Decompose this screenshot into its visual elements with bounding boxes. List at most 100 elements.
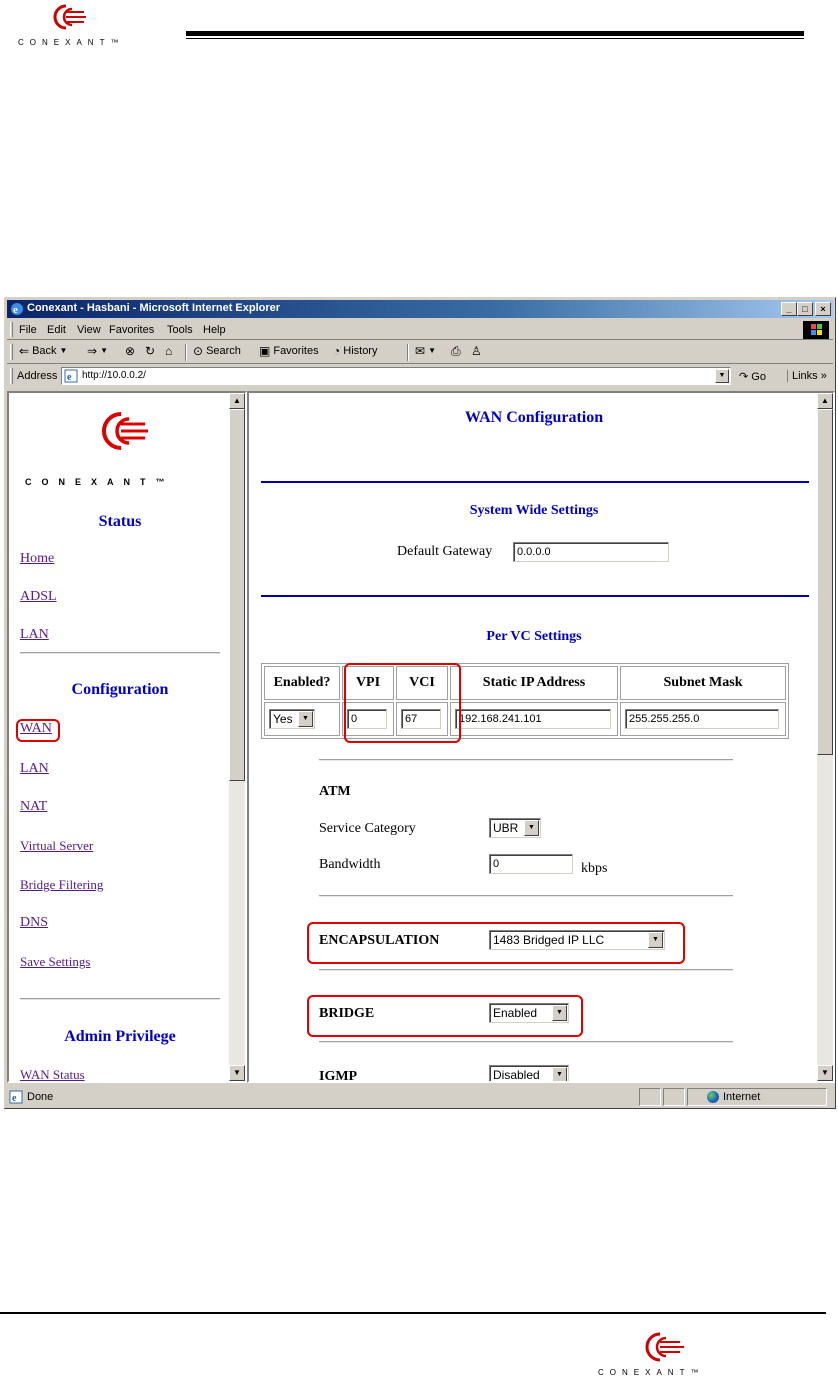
nav-link-adsl[interactable]: ADSL bbox=[20, 589, 57, 605]
footer-rule bbox=[0, 1312, 826, 1314]
dropdown-arrow-icon[interactable]: ▼ bbox=[552, 1067, 567, 1081]
enabled-select[interactable]: Yes ▼ bbox=[269, 709, 315, 729]
search-label: Search bbox=[206, 345, 241, 357]
links-button[interactable]: Links » bbox=[787, 370, 827, 382]
section-divider bbox=[319, 759, 733, 761]
toolbar-grip[interactable] bbox=[10, 344, 13, 360]
scroll-down-arrow-icon[interactable]: ▼ bbox=[229, 1065, 245, 1081]
logo-wordmark: CONEXANT™ bbox=[18, 38, 125, 47]
nav-link-lan[interactable]: LAN bbox=[20, 761, 49, 777]
per-vc-heading: Per VC Settings bbox=[486, 629, 582, 644]
addressbar-grip[interactable] bbox=[10, 368, 13, 384]
dropdown-arrow-icon[interactable]: ▼ bbox=[552, 1005, 567, 1021]
zone-label: Internet bbox=[723, 1091, 761, 1103]
search-button[interactable]: ⊙ Search bbox=[193, 345, 241, 357]
nav-link-nat[interactable]: NAT bbox=[20, 799, 47, 815]
history-icon: ◔ bbox=[333, 344, 341, 358]
menu-help[interactable]: Help bbox=[203, 324, 226, 336]
favorites-button[interactable]: ▣ Favorites bbox=[259, 345, 319, 357]
sidebar-scrollbar[interactable]: ▲ ▼ bbox=[229, 393, 245, 1081]
subnet-mask-input[interactable]: 255.255.255.0 bbox=[625, 709, 779, 729]
back-button[interactable]: ⇐ Back ▼ bbox=[19, 345, 67, 357]
scroll-up-arrow-icon[interactable]: ▲ bbox=[229, 393, 245, 409]
globe-icon bbox=[707, 1091, 719, 1103]
configuration-heading: Configuration bbox=[71, 681, 169, 698]
dropdown-arrow-icon[interactable]: ▼ bbox=[298, 711, 313, 727]
bridge-label: BRIDGE bbox=[319, 1006, 375, 1021]
page-icon: e bbox=[9, 1090, 23, 1104]
scrollbar-thumb[interactable] bbox=[817, 409, 833, 755]
menubar-grip[interactable] bbox=[10, 322, 13, 337]
title-bar[interactable]: e Conexant - Hasbani - Microsoft Interne… bbox=[7, 300, 833, 318]
scroll-up-arrow-icon[interactable]: ▲ bbox=[817, 393, 833, 409]
service-category-select[interactable]: UBR ▼ bbox=[489, 818, 541, 838]
status-text: Done bbox=[27, 1091, 54, 1103]
wan-highlight-box bbox=[16, 719, 60, 742]
service-category-label: Service Category bbox=[319, 821, 416, 836]
maximize-button[interactable]: □ bbox=[797, 302, 813, 316]
nav-link-dns[interactable]: DNS bbox=[20, 915, 48, 931]
service-category-value: UBR bbox=[493, 821, 519, 835]
menu-view[interactable]: View bbox=[77, 324, 101, 336]
nav-link-save-settings[interactable]: Save Settings bbox=[20, 954, 90, 970]
bandwidth-label: Bandwidth bbox=[319, 857, 381, 872]
dropdown-arrow-icon[interactable]: ▼ bbox=[648, 932, 663, 948]
section-divider bbox=[261, 481, 809, 483]
nav-link-home[interactable]: Home bbox=[20, 551, 54, 567]
static-ip-cell: 192.168.241.101 bbox=[450, 702, 618, 736]
refresh-button[interactable]: ↻ bbox=[145, 345, 155, 357]
col-subnet-mask: Subnet Mask bbox=[620, 666, 786, 700]
refresh-icon: ↻ bbox=[145, 344, 156, 358]
logo-wordmark: CONEXANT™ bbox=[598, 1368, 705, 1377]
print-icon: ⎙ bbox=[451, 344, 461, 358]
history-button[interactable]: ◔ History bbox=[333, 345, 377, 357]
go-button[interactable]: ↷ Go bbox=[739, 370, 766, 383]
encapsulation-label: ENCAPSULATION bbox=[319, 933, 440, 948]
menu-tools[interactable]: Tools bbox=[167, 324, 193, 336]
atm-heading: ATM bbox=[319, 784, 351, 799]
scroll-down-arrow-icon[interactable]: ▼ bbox=[817, 1065, 833, 1081]
nav-link-virtual-server[interactable]: Virtual Server bbox=[20, 838, 93, 854]
default-gateway-input[interactable]: 0.0.0.0 bbox=[513, 542, 669, 562]
back-label: Back bbox=[32, 345, 57, 357]
scrollbar-thumb[interactable] bbox=[229, 409, 245, 781]
mail-dropdown-icon[interactable]: ▼ bbox=[428, 345, 436, 357]
back-arrow-icon: ⇐ bbox=[19, 344, 30, 358]
section-divider bbox=[319, 895, 733, 897]
forward-dropdown-icon[interactable]: ▼ bbox=[100, 345, 108, 357]
sidebar-divider bbox=[20, 998, 220, 1000]
status-heading: Status bbox=[98, 513, 142, 530]
status-panel bbox=[663, 1088, 685, 1106]
print-button[interactable]: ⎙ bbox=[451, 345, 461, 357]
close-button[interactable]: × bbox=[815, 302, 831, 316]
messenger-button[interactable]: ♙ bbox=[471, 345, 482, 357]
dropdown-arrow-icon[interactable]: ▼ bbox=[524, 820, 539, 836]
vc-settings-table: Enabled? VPI VCI Static IP Address Subne… bbox=[261, 663, 789, 739]
stop-button[interactable]: ⊗ bbox=[125, 345, 135, 357]
encapsulation-select[interactable]: 1483 Bridged IP LLC ▼ bbox=[489, 930, 665, 950]
address-input[interactable]: e http://10.0.0.2/ ▼ bbox=[61, 367, 731, 385]
home-button[interactable]: ⌂ bbox=[165, 345, 172, 357]
static-ip-input[interactable]: 192.168.241.101 bbox=[455, 709, 611, 729]
igmp-select[interactable]: Disabled ▼ bbox=[489, 1065, 569, 1081]
back-dropdown-icon[interactable]: ▼ bbox=[60, 345, 68, 357]
nav-link-wan-status[interactable]: WAN Status bbox=[20, 1067, 85, 1081]
status-bar: e Done Internet bbox=[7, 1087, 833, 1107]
go-arrow-icon: ↷ bbox=[739, 371, 749, 383]
conexant-swoosh-icon bbox=[645, 1332, 684, 1362]
mail-button[interactable]: ✉ ▼ bbox=[415, 345, 436, 357]
menu-file[interactable]: File bbox=[19, 324, 37, 336]
menu-favorites[interactable]: Favorites bbox=[109, 324, 154, 336]
menu-edit[interactable]: Edit bbox=[47, 324, 66, 336]
forward-button[interactable]: ⇒ ▼ bbox=[87, 345, 108, 357]
nav-link-lan-status[interactable]: LAN bbox=[20, 627, 49, 643]
igmp-label: IGMP bbox=[319, 1069, 358, 1083]
address-dropdown-icon[interactable]: ▼ bbox=[715, 369, 729, 383]
favorites-icon: ▣ bbox=[259, 344, 271, 358]
minimize-button[interactable]: _ bbox=[781, 302, 797, 316]
bridge-select[interactable]: Enabled ▼ bbox=[489, 1003, 569, 1023]
vpi-vci-highlight-box bbox=[344, 663, 461, 743]
nav-link-bridge-filtering[interactable]: Bridge Filtering bbox=[20, 877, 103, 893]
bandwidth-input[interactable]: 0 bbox=[489, 854, 573, 874]
content-scrollbar[interactable]: ▲ ▼ bbox=[817, 393, 833, 1081]
